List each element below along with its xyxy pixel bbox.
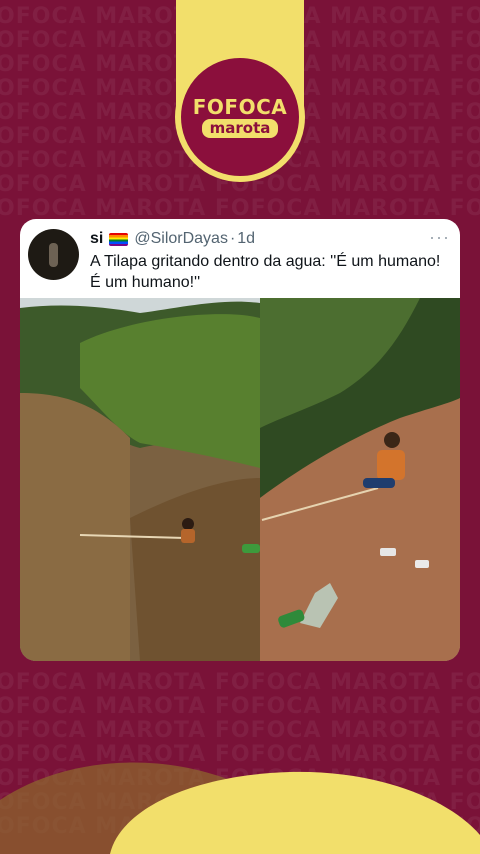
more-options-icon[interactable]: ··· [429,227,450,248]
separator: · [229,230,236,247]
pattern-text: FOFOCA MAROTA FOFOCA MAROTA FOFOCA MAROT… [0,196,480,221]
photo-riverbank [260,298,460,661]
logo-text-marota: marota [201,118,279,138]
tweet-media[interactable] [20,298,460,661]
bottom-wave-shapes [0,762,480,854]
pattern-text: FOFOCA MAROTA FOFOCA MAROTA FOFOCA MAROT… [0,694,480,719]
brand-logo: FOFOCA marota [175,52,305,182]
pattern-text: FOFOCA MAROTA FOFOCA MAROTA FOFOCA MAROT… [0,670,480,695]
avatar-figure [49,243,58,267]
tweet-header: si @SilorDayas · 1d [90,230,255,248]
handle[interactable]: @SilorDayas [134,230,228,248]
avatar[interactable] [28,229,79,280]
photo-river [20,298,260,661]
rainbow-flag-icon [109,232,129,246]
tweet-card: si @SilorDayas · 1d ··· A Tilapa gritand… [20,219,460,661]
timestamp[interactable]: 1d [237,230,255,248]
display-name[interactable]: si [90,230,103,248]
tweet-text: A Tilapa gritando dentro da agua: ''É um… [90,253,441,291]
river-scene [20,298,260,661]
logo-text-fofoca: FOFOCA [192,94,288,119]
riverbank-scene [260,298,460,661]
